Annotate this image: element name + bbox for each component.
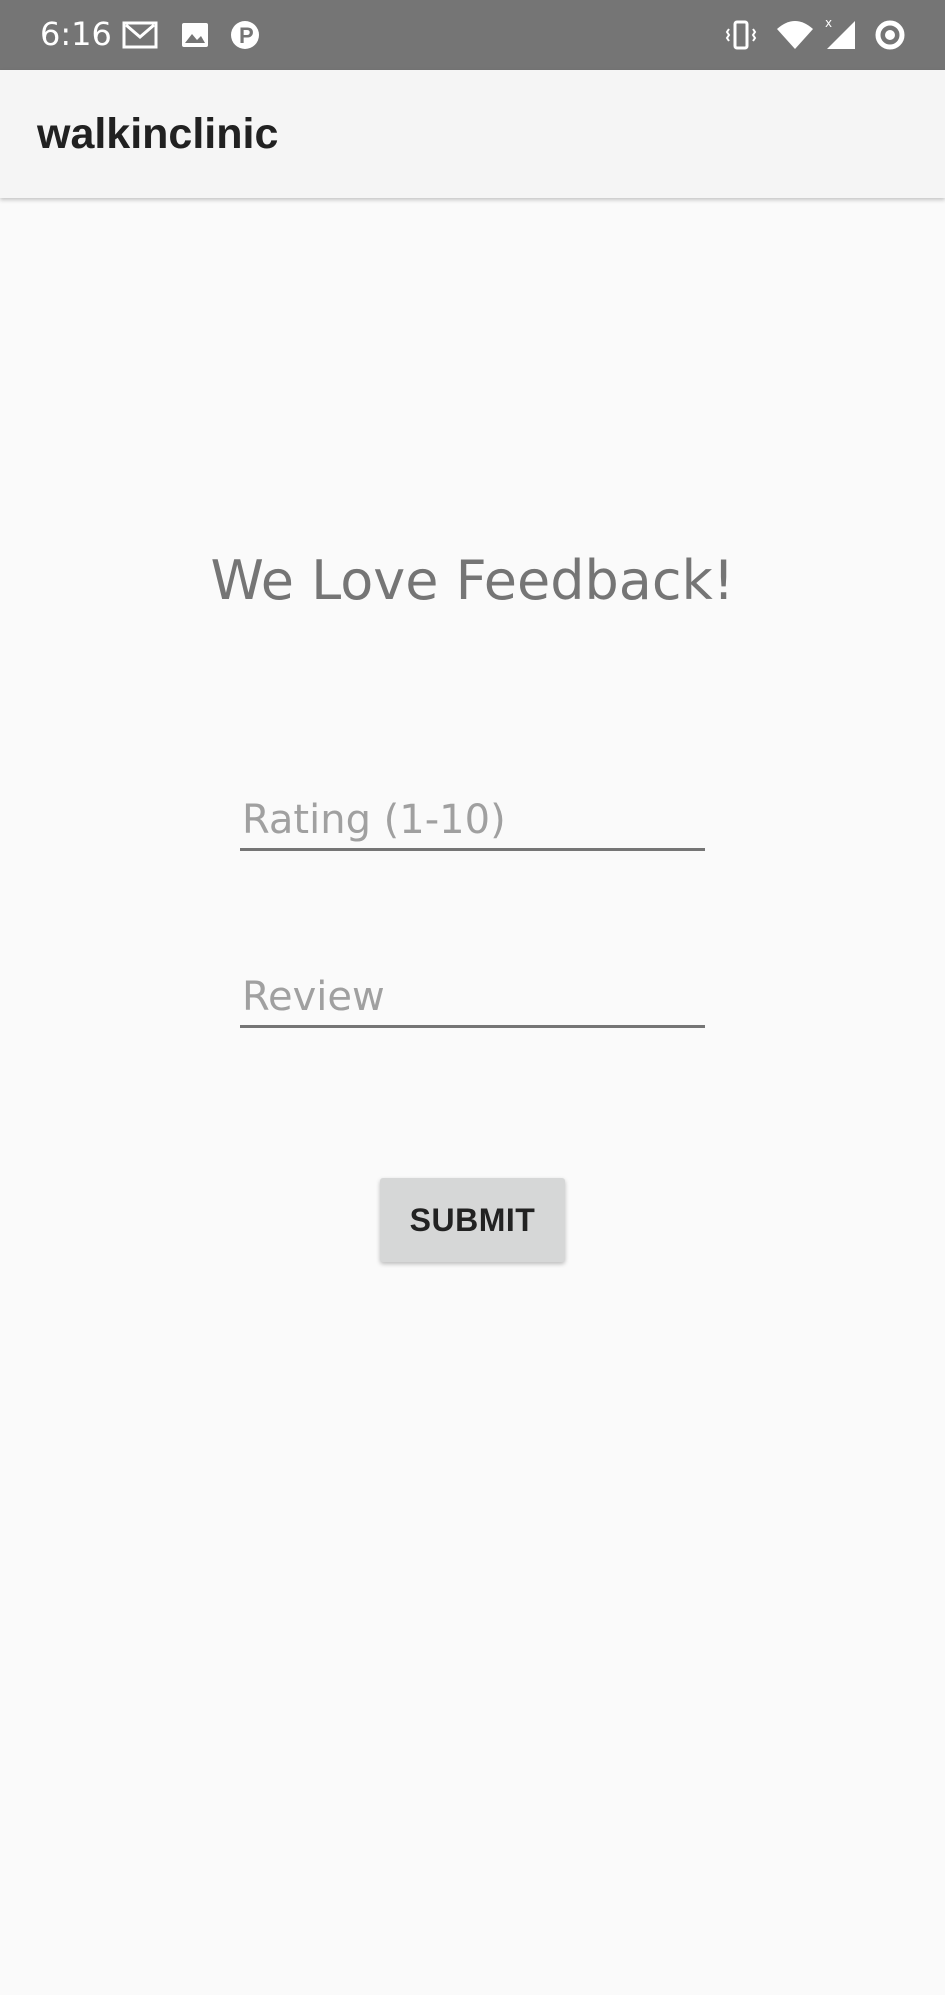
parking-icon: P	[227, 17, 263, 53]
gmail-icon	[122, 17, 158, 53]
signal-icon: x	[823, 16, 859, 53]
app-bar: walkinclinic	[0, 70, 945, 198]
app-title: walkinclinic	[37, 110, 279, 158]
image-icon	[177, 17, 213, 53]
feedback-heading: We Love Feedback!	[210, 549, 735, 612]
submit-button[interactable]: SUBMIT	[380, 1178, 565, 1262]
review-input[interactable]	[240, 968, 705, 1028]
status-bar: 6:16 P x	[0, 0, 945, 70]
feedback-screen: We Love Feedback! SUBMIT	[0, 198, 945, 1995]
rating-input[interactable]	[240, 791, 705, 851]
wifi-icon	[775, 17, 813, 53]
svg-text:P: P	[239, 23, 254, 48]
sync-icon	[872, 17, 908, 53]
vibrate-icon	[723, 17, 759, 53]
svg-text:x: x	[825, 17, 832, 30]
status-time: 6:16	[40, 15, 112, 53]
